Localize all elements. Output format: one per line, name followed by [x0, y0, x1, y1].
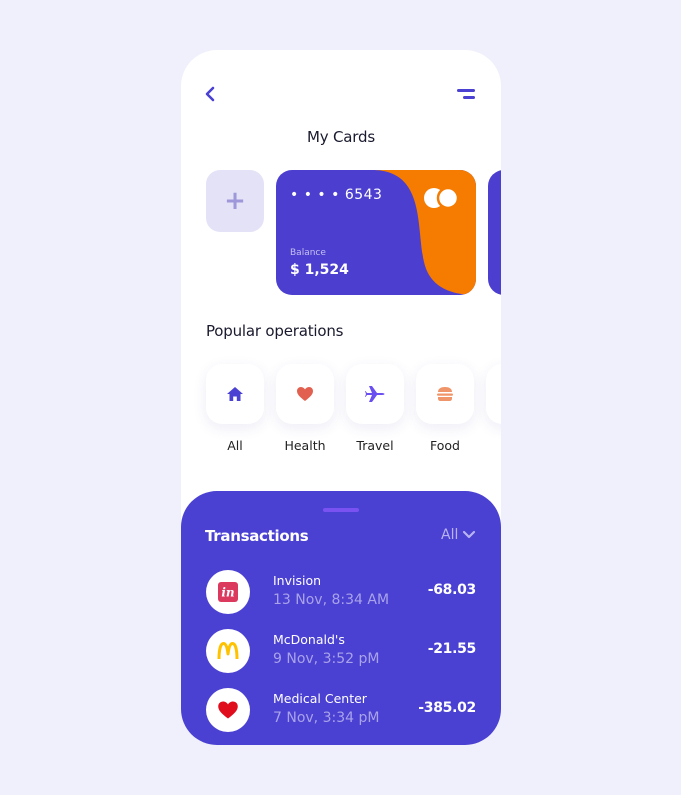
transactions-sheet: Transactions All in Invision 13 Nov, 8:3… — [181, 491, 501, 745]
transaction-avatar — [206, 629, 250, 673]
operation-all-button[interactable] — [206, 364, 264, 424]
back-button[interactable] — [201, 84, 221, 104]
burger-icon — [437, 387, 453, 401]
next-card-peek[interactable] — [488, 170, 501, 295]
phone-screen: My Cards + • • • • 6543 Balance $ 1,524 … — [181, 50, 501, 745]
transaction-avatar — [206, 688, 250, 732]
transaction-avatar: in — [206, 570, 250, 614]
transaction-name: Medical Center — [273, 691, 367, 706]
operation-label: All — [227, 438, 243, 453]
invision-icon: in — [218, 582, 238, 602]
card-network-logo — [424, 186, 460, 210]
operation-label: Travel — [356, 438, 394, 453]
operation-travel-button[interactable] — [346, 364, 404, 424]
card-balance: $ 1,524 — [290, 262, 349, 278]
transactions-filter-dropdown[interactable]: All — [441, 527, 476, 543]
section-title-operations: Popular operations — [206, 322, 344, 340]
filter-label: All — [441, 527, 459, 543]
card-number: • • • • 6543 — [290, 187, 383, 203]
menu-icon — [457, 89, 475, 99]
chevron-down-icon — [463, 530, 476, 539]
home-icon — [227, 387, 243, 401]
page-title: My Cards — [307, 128, 375, 146]
transaction-date: 13 Nov, 8:34 AM — [273, 592, 390, 608]
heart-icon — [218, 701, 238, 719]
operation-label: Health — [284, 438, 326, 453]
card-balance-label: Balance — [290, 248, 326, 258]
transaction-row[interactable]: McDonald's 9 Nov, 3:52 pM -21.55 — [181, 629, 501, 675]
menu-button[interactable] — [455, 88, 479, 102]
transactions-title: Transactions — [205, 527, 309, 545]
sheet-drag-handle[interactable] — [323, 508, 359, 512]
transaction-row[interactable]: Medical Center 7 Nov, 3:34 pM -385.02 — [181, 688, 501, 734]
operation-more-button[interactable] — [486, 364, 501, 424]
transaction-amount: -385.02 — [418, 700, 476, 716]
operation-food-button[interactable] — [416, 364, 474, 424]
transaction-amount: -21.55 — [427, 641, 477, 657]
chevron-left-icon — [205, 86, 215, 102]
transaction-name: McDonald's — [273, 632, 345, 647]
operation-health-button[interactable] — [276, 364, 334, 424]
svg-text:in: in — [221, 586, 234, 600]
add-card-button[interactable]: + — [206, 170, 264, 232]
transaction-date: 9 Nov, 3:52 pM — [273, 651, 380, 667]
transaction-amount: -68.03 — [427, 582, 477, 598]
transaction-date: 7 Nov, 3:34 pM — [273, 710, 380, 726]
plane-icon — [365, 386, 385, 402]
credit-card[interactable]: • • • • 6543 Balance $ 1,524 — [276, 170, 476, 295]
mcdonalds-icon — [217, 642, 239, 660]
heart-icon — [297, 387, 313, 401]
transaction-name: Invision — [273, 573, 322, 588]
transaction-row[interactable]: in Invision 13 Nov, 8:34 AM -68.03 — [181, 570, 501, 616]
operation-label: Food — [430, 438, 460, 453]
